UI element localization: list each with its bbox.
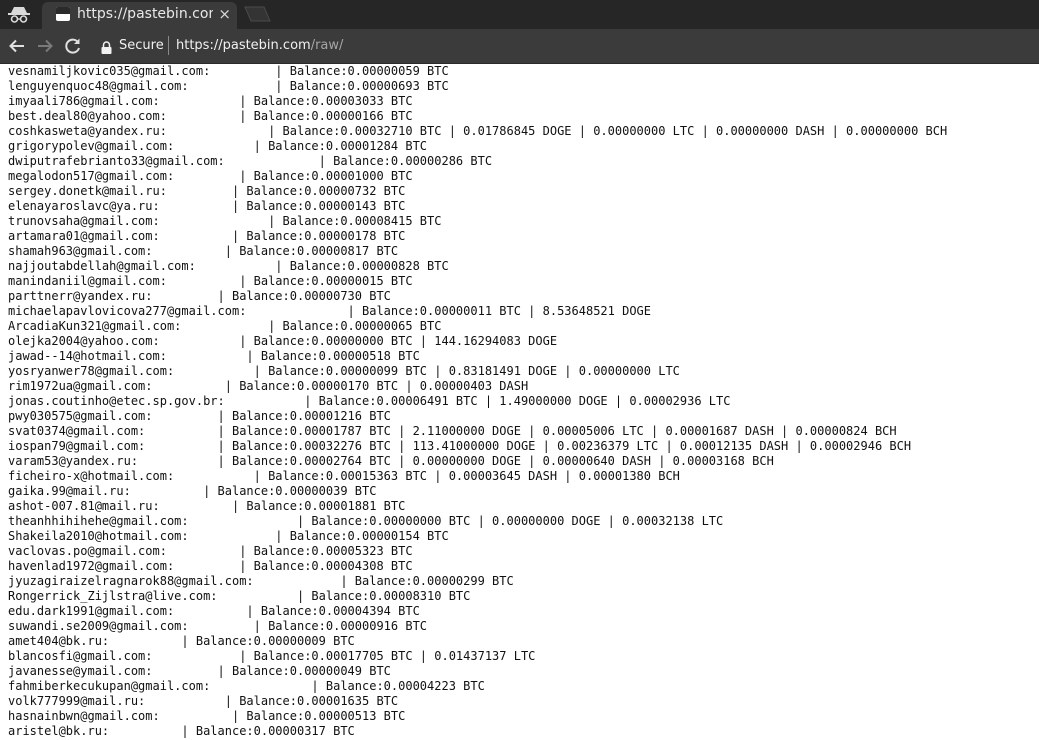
paste-line: varam53@yandex.ru: | Balance:0.00002764 … (8, 454, 774, 468)
raw-paste-content: vesnamiljkovic035@gmail.com: | Balance:0… (8, 64, 1039, 740)
pastebin-favicon-icon (56, 7, 70, 21)
paste-line: pwy030575@gmail.com: | Balance:0.0000121… (8, 409, 391, 423)
paste-line: michaelapavlovicova277@gmail.com: | Bala… (8, 304, 651, 318)
paste-line: havenlad1972@gmail.com: | Balance:0.0000… (8, 559, 413, 573)
omnibox-separator (168, 36, 169, 55)
paste-line: najjoutabdellah@gmail.com: | Balance:0.0… (8, 259, 449, 273)
paste-line: shamah963@gmail.com: | Balance:0.0000081… (8, 244, 399, 258)
tab-strip: https://pastebin.com/raw/ × (0, 0, 1039, 29)
paste-line: elenayaroslavc@ya.ru: | Balance:0.000001… (8, 199, 406, 213)
incognito-icon (6, 3, 32, 25)
paste-line: best.deal80@yahoo.com: | Balance:0.00000… (8, 109, 413, 123)
paste-line: imyaali786@gmail.com: | Balance:0.000030… (8, 94, 413, 108)
paste-line: amet404@bk.ru: | Balance:0.00000009 BTC (8, 634, 355, 648)
paste-line: aristel@bk.ru: | Balance:0.00000317 BTC (8, 724, 355, 738)
paste-line: Rongerrick_Zijlstra@live.com: | Balance:… (8, 589, 471, 603)
paste-line: vesnamiljkovic035@gmail.com: | Balance:0… (8, 64, 449, 78)
forward-arrow-icon[interactable] (34, 35, 56, 57)
paste-line: edu.dark1991@gmail.com: | Balance:0.0000… (8, 604, 420, 618)
paste-line: Shakeila2010@hotmail.com: | Balance:0.00… (8, 529, 449, 543)
paste-line: sergey.donetk@mail.ru: | Balance:0.00000… (8, 184, 406, 198)
paste-line: theanhhihihehe@gmail.com: | Balance:0.00… (8, 514, 724, 528)
paste-line: ficheiro-x@hotmail.com: | Balance:0.0001… (8, 469, 680, 483)
paste-line: iospan79@gmail.com: | Balance:0.00032276… (8, 439, 912, 453)
paste-line: trunovsaha@gmail.com: | Balance:0.000084… (8, 214, 442, 228)
browser-toolbar: Secure https://pastebin.com/raw/ (0, 29, 1039, 64)
paste-line: jonas.coutinho@etec.sp.gov.br: | Balance… (8, 394, 731, 408)
paste-line: ashot-007.81@mail.ru: | Balance:0.000018… (8, 499, 406, 513)
url-host: https://pastebin.com (176, 38, 311, 53)
reload-icon[interactable] (62, 35, 84, 57)
paste-line: parttnerr@yandex.ru: | Balance:0.0000073… (8, 289, 391, 303)
paste-line: vaclovas.po@gmail.com: | Balance:0.00005… (8, 544, 413, 558)
browser-tab[interactable]: https://pastebin.com/raw/ × (42, 2, 237, 29)
paste-line: rim1972ua@gmail.com: | Balance:0.0000017… (8, 379, 529, 393)
paste-line: fahmiberkecukupan@gmail.com: | Balance:0… (8, 679, 485, 693)
paste-line: blancosfi@gmail.com: | Balance:0.0001770… (8, 649, 536, 663)
paste-line: suwandi.se2009@gmail.com: | Balance:0.00… (8, 619, 428, 633)
paste-line: gaika.99@mail.ru: | Balance:0.00000039 B… (8, 484, 377, 498)
tab-title: https://pastebin.com/raw/ (77, 6, 213, 22)
address-bar[interactable]: https://pastebin.com/raw/ (176, 38, 343, 53)
new-tab-button[interactable] (242, 6, 272, 22)
paste-line: volk777999@mail.ru: | Balance:0.00001635… (8, 694, 399, 708)
paste-line: jawad--14@hotmail.com: | Balance:0.00000… (8, 349, 420, 363)
paste-line: ArcadiaKun321@gmail.com: | Balance:0.000… (8, 319, 442, 333)
lock-icon[interactable] (101, 39, 112, 54)
paste-line: lenguyenquoc48@gmail.com: | Balance:0.00… (8, 79, 449, 93)
paste-line: jyuzagiraizelragnarok88@gmail.com: | Bal… (8, 574, 514, 588)
paste-line: grigorypolev@gmail.com: | Balance:0.0000… (8, 139, 428, 153)
paste-line: manindaniil@gmail.com: | Balance:0.00000… (8, 274, 413, 288)
paste-line: dwiputrafebrianto33@gmail.com: | Balance… (8, 154, 493, 168)
paste-line: artamara01@gmail.com: | Balance:0.000001… (8, 229, 406, 243)
tab-close-icon[interactable]: × (218, 5, 231, 23)
url-path: /raw/ (310, 38, 344, 53)
paste-text: vesnamiljkovic035@gmail.com: | Balance:0… (8, 64, 1039, 739)
paste-line: yosryanwer78@gmail.com: | Balance:0.0000… (8, 364, 680, 378)
back-arrow-icon[interactable] (6, 35, 28, 57)
paste-line: megalodon517@gmail.com: | Balance:0.0000… (8, 169, 413, 183)
paste-line: coshkasweta@yandex.ru: | Balance:0.00032… (8, 124, 948, 138)
secure-label[interactable]: Secure (119, 38, 164, 53)
paste-line: olejka2004@yahoo.com: | Balance:0.000000… (8, 334, 558, 348)
paste-line: javanesse@ymail.com: | Balance:0.0000004… (8, 664, 391, 678)
paste-line: hasnainbwn@gmail.com: | Balance:0.000005… (8, 709, 406, 723)
paste-line: svat0374@gmail.com: | Balance:0.00001787… (8, 424, 897, 438)
